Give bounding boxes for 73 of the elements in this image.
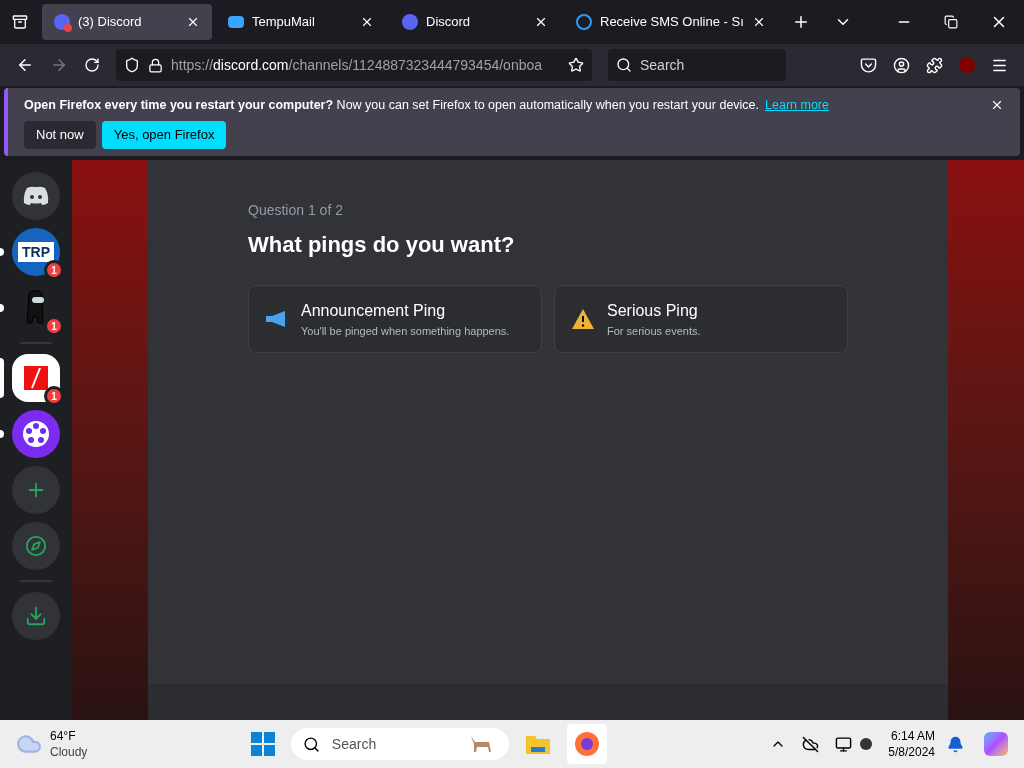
home-button[interactable]: [12, 172, 60, 220]
learn-more-link[interactable]: Learn more: [765, 96, 829, 115]
notification-message: Open Firefox every time you restart your computer? Now you can set Firefox to open automatically when you restart your device.: [24, 97, 760, 114]
download-icon: [25, 605, 47, 627]
firefox-icon: [573, 731, 600, 757]
clock-time: 6:14 AM: [891, 728, 935, 744]
windows-start-icon[interactable]: [250, 732, 275, 756]
search-icon: [302, 735, 320, 753]
address-bar[interactable]: https://discord.com/channels/1124887323444793454/onboa: [116, 49, 592, 81]
weather-condition: Cloudy: [50, 744, 88, 760]
tab-list-icon[interactable]: [12, 14, 28, 30]
question-step: Question 1 of 2: [248, 200, 848, 220]
option-title: Serious Ping: [607, 300, 699, 321]
folder-icon[interactable]: [524, 733, 551, 755]
option-description: For serious events.: [607, 323, 701, 339]
search-placeholder: Search: [331, 735, 377, 754]
browser-tab[interactable]: (3) Discord: [42, 4, 212, 40]
discord-logo-icon: [54, 14, 70, 30]
browser-tab[interactable]: TempuMail: [216, 4, 386, 40]
cloud-off-icon[interactable]: [802, 735, 820, 753]
lock-icon: [148, 57, 163, 73]
mail-icon: [228, 16, 244, 28]
option-title: Announcement Ping: [301, 300, 447, 321]
server-button[interactable]: [12, 354, 60, 402]
download-apps-button[interactable]: [12, 592, 60, 640]
warning-icon: [571, 308, 595, 330]
add-server-button[interactable]: [12, 466, 60, 514]
explore-button[interactable]: [12, 522, 60, 570]
copilot-icon[interactable]: [984, 732, 1008, 756]
notification-badge: 1: [44, 386, 64, 406]
notification-bell-icon[interactable]: [947, 735, 964, 753]
network-icon[interactable]: [835, 735, 853, 753]
discord-logo-icon: [23, 186, 49, 206]
reload-icon[interactable]: [84, 57, 100, 73]
search-icon: [616, 57, 632, 73]
option-description: You'll be pinged when something happens.: [301, 323, 510, 339]
question-title: What pings do you want?: [248, 231, 516, 259]
ping-option[interactable]: Announcement Ping You'll be pinged when something happens.: [248, 285, 542, 353]
server-initials: TRP: [18, 242, 54, 262]
weather-temperature: 64°F: [50, 728, 77, 744]
film-reel-icon: [21, 419, 51, 449]
forward-icon[interactable]: [50, 56, 68, 74]
back-icon[interactable]: [16, 56, 34, 74]
shield-icon: [124, 57, 140, 73]
account-icon[interactable]: [893, 56, 910, 74]
compass-icon: [25, 535, 47, 557]
browser-tab[interactable]: Receive SMS Online - Sı: [564, 4, 778, 40]
tab-title: Receive SMS Online - Sı: [600, 13, 744, 32]
notification-button[interactable]: Yes, open Firefox: [101, 120, 227, 149]
close-icon[interactable]: [360, 15, 374, 29]
discord-logo-icon: [402, 14, 418, 30]
extensions-icon[interactable]: [926, 56, 943, 74]
pocket-icon[interactable]: [860, 56, 877, 74]
search-field[interactable]: Search: [608, 49, 786, 81]
tab-title: Discord: [426, 13, 472, 32]
restore-icon[interactable]: [944, 15, 958, 29]
server-button[interactable]: [12, 410, 60, 458]
tab-title: (3) Discord: [78, 13, 143, 32]
notification-badge: 1: [44, 260, 64, 280]
notification-button[interactable]: Not now: [24, 120, 96, 149]
notification-badge: 1: [44, 316, 64, 336]
bookmark-star-icon[interactable]: [568, 57, 584, 73]
close-icon[interactable]: [534, 15, 548, 29]
tab-title: TempuMail: [252, 13, 316, 32]
ping-option[interactable]: Serious Ping For serious events.: [554, 285, 848, 353]
close-icon[interactable]: [186, 15, 200, 29]
taskbar-app-button[interactable]: [566, 724, 607, 764]
taskbar-search-field[interactable]: Search: [290, 728, 509, 760]
url-text: https://discord.com/channels/1124887323444793454/onboa: [171, 56, 544, 75]
slash-logo-icon: [24, 366, 48, 390]
browser-tab[interactable]: Discord: [390, 4, 560, 40]
search-placeholder: Search: [640, 56, 685, 75]
clock-date: 5/8/2024: [888, 744, 935, 760]
